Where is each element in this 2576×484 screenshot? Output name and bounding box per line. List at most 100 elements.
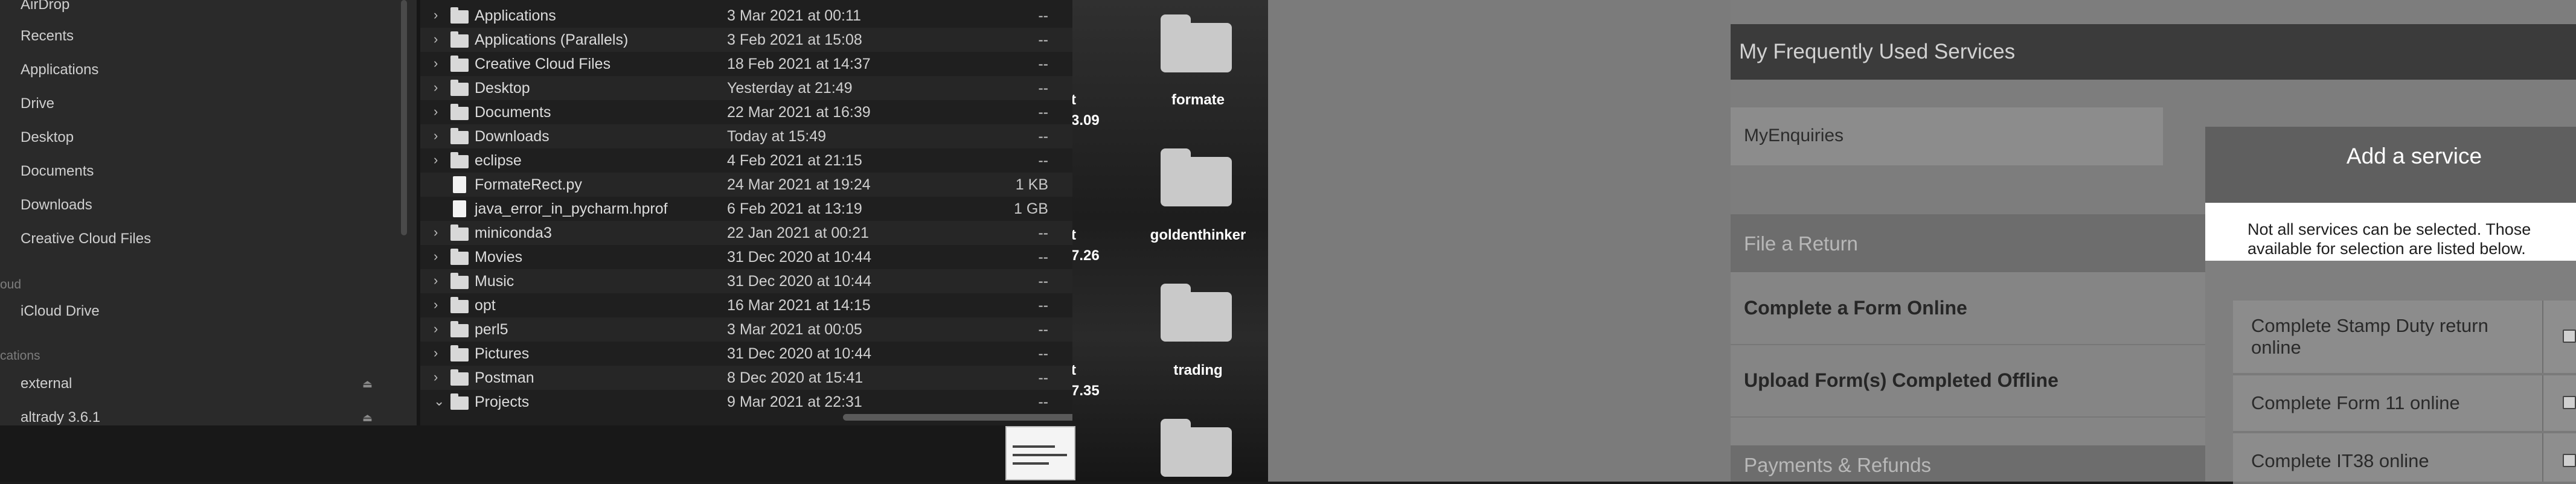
folder-icon	[450, 393, 469, 410]
sidebar-scrollbar[interactable]	[401, 0, 407, 235]
file-size: --	[1038, 104, 1048, 121]
desktop-partial-label: t	[1072, 92, 1076, 108]
desktop-background: formate goldenthinker trading t 3.09 t 7…	[1072, 0, 1268, 482]
disclosure-chevron-icon[interactable]: ›	[434, 152, 438, 168]
disclosure-chevron-icon[interactable]: ›	[434, 249, 438, 264]
file-size: --	[1038, 224, 1048, 241]
sidebar-item-recents[interactable]: Recents	[0, 28, 74, 45]
desktop-folder-label[interactable]: goldenthinker	[1132, 227, 1264, 244]
sidebar-item-label: Downloads	[21, 197, 92, 213]
sidebar-item-icloud-drive[interactable]: iCloud Drive	[0, 303, 100, 320]
sidebar-item-applications[interactable]: Applications	[0, 62, 98, 78]
disclosure-chevron-icon[interactable]: ›	[434, 321, 438, 337]
file-row[interactable]: › Applications 3 Mar 2021 at 00:11 --	[420, 4, 1072, 28]
file-row[interactable]: ⌄ Projects 9 Mar 2021 at 22:31 --	[420, 390, 1072, 414]
sidebar-item-altrady[interactable]: altrady 3.6.1	[0, 409, 100, 425]
file-row[interactable]: › Creative Cloud Files 18 Feb 2021 at 14:3…	[420, 52, 1072, 76]
sidebar-item-creative-cloud[interactable]: Creative Cloud Files	[0, 231, 151, 247]
folder-icon[interactable]	[1161, 284, 1232, 342]
disclosure-chevron-icon[interactable]: ⌄	[434, 393, 444, 409]
file-row[interactable]: › eclipse 4 Feb 2021 at 21:15 --	[420, 148, 1072, 173]
document-icon	[0, 165, 12, 177]
disclosure-chevron-icon[interactable]: ›	[434, 56, 438, 71]
file-name: Projects	[475, 393, 530, 410]
disclosure-chevron-icon[interactable]: ›	[434, 31, 438, 47]
file-row[interactable]: › Pictures 31 Dec 2020 at 10:44 --	[420, 342, 1072, 366]
folder-icon	[450, 31, 469, 48]
file-row[interactable]: › Downloads Today at 15:49 --	[420, 124, 1072, 148]
disclosure-chevron-icon[interactable]: ›	[434, 273, 438, 288]
folder-icon	[450, 104, 469, 120]
finder-sidebar: AirDrop Recents Applications Drive Deskt…	[0, 0, 417, 425]
disclosure-chevron-icon[interactable]: ›	[434, 297, 438, 313]
upload-forms-link[interactable]: Upload Form(s) Completed Offline	[1744, 369, 2059, 392]
file-row[interactable]: › opt 16 Mar 2021 at 14:15 --	[420, 293, 1072, 317]
file-row[interactable]: › Music 31 Dec 2020 at 10:44 --	[420, 269, 1072, 293]
service-option[interactable]: Complete IT38 online	[2233, 433, 2576, 484]
disclosure-chevron-icon[interactable]: ›	[434, 128, 438, 144]
service-option[interactable]: Complete Form 11 online	[2233, 375, 2576, 433]
divider	[1731, 344, 2220, 345]
disclosure-chevron-icon[interactable]: ›	[434, 7, 438, 23]
desktop-partial-label: 3.09	[1072, 112, 1100, 129]
file-name: Desktop	[475, 80, 530, 97]
file-name: Movies	[475, 249, 523, 266]
divider	[1731, 416, 2220, 418]
file-size: --	[1038, 152, 1048, 169]
service-checkbox[interactable]	[2563, 396, 2576, 409]
folder-icon	[450, 297, 469, 313]
myenquiries-tile[interactable]: MyEnquiries	[1731, 107, 2163, 165]
download-icon	[0, 199, 12, 211]
desktop-folder-label[interactable]: formate	[1132, 92, 1264, 109]
file-name: Applications (Parallels)	[475, 31, 629, 48]
file-row[interactable]: › Desktop Yesterday at 21:49 --	[420, 76, 1072, 100]
screenshot-thumbnail[interactable]	[1005, 426, 1075, 480]
finder-window: AirDrop Recents Applications Drive Deskt…	[0, 0, 1072, 425]
complete-form-online-link[interactable]: Complete a Form Online	[1744, 297, 1967, 319]
file-row[interactable]: › Documents 22 Mar 2021 at 16:39 --	[420, 100, 1072, 124]
file-row[interactable]: › Movies 31 Dec 2020 at 10:44 --	[420, 245, 1072, 269]
file-row[interactable]: › perl5 3 Mar 2021 at 00:05 --	[420, 317, 1072, 342]
sidebar-item-airdrop[interactable]: AirDrop	[0, 0, 69, 13]
sidebar-item-downloads[interactable]: Downloads	[0, 197, 92, 214]
disclosure-chevron-icon[interactable]: ›	[434, 104, 438, 119]
file-row[interactable]: › miniconda3 22 Jan 2021 at 00:21 --	[420, 221, 1072, 245]
sidebar-header-locations: cations	[0, 349, 40, 363]
payments-refunds-header[interactable]: Payments & Refunds	[1731, 445, 2220, 482]
file-row[interactable]: java_error_in_pycharm.hprof 6 Feb 2021 at…	[420, 197, 1072, 221]
folder-icon[interactable]	[1161, 419, 1232, 477]
eject-icon[interactable]: ⏏	[362, 378, 373, 390]
folder-icon	[450, 80, 469, 96]
sidebar-item-external[interactable]: external	[0, 375, 72, 392]
file-date-modified: 31 Dec 2020 at 10:44	[727, 273, 872, 290]
file-name: Music	[475, 273, 514, 290]
disclosure-chevron-icon[interactable]: ›	[434, 80, 438, 95]
payments-refunds-title: Payments & Refunds	[1744, 454, 1931, 476]
folder-icon	[450, 152, 469, 168]
file-return-header: File a Return	[1731, 214, 2220, 272]
sidebar-item-drive[interactable]: Drive	[0, 95, 54, 112]
file-date-modified: 6 Feb 2021 at 13:19	[727, 200, 862, 217]
sidebar-item-documents[interactable]: Documents	[0, 163, 94, 180]
disclosure-chevron-icon[interactable]: ›	[434, 224, 438, 240]
service-checkbox[interactable]	[2563, 330, 2576, 343]
service-option[interactable]: Complete Stamp Duty return online	[2233, 301, 2576, 375]
file-row[interactable]: FormateRect.py 24 Mar 2021 at 19:24 1 KB	[420, 173, 1072, 197]
file-row[interactable]: › Applications (Parallels) 3 Feb 2021 at 1…	[420, 28, 1072, 52]
file-list-horizontal-scrollbar[interactable]	[843, 414, 1072, 421]
file-row[interactable]: › Postman 8 Dec 2020 at 15:41 --	[420, 366, 1072, 390]
file-date-modified: 8 Dec 2020 at 15:41	[727, 369, 863, 386]
disclosure-chevron-icon[interactable]: ›	[434, 345, 438, 361]
file-date-modified: 9 Mar 2021 at 22:31	[727, 393, 862, 410]
folder-icon[interactable]	[1161, 14, 1232, 72]
service-checkbox[interactable]	[2563, 454, 2576, 467]
eject-icon[interactable]: ⏏	[362, 412, 373, 424]
sidebar-item-label: Creative Cloud Files	[21, 231, 152, 247]
folder-icon[interactable]	[1161, 148, 1232, 206]
desktop-folder-label[interactable]: trading	[1132, 362, 1264, 379]
file-name: perl5	[475, 321, 508, 338]
disclosure-chevron-icon[interactable]: ›	[434, 369, 438, 385]
file-name: java_error_in_pycharm.hprof	[475, 200, 668, 217]
sidebar-item-desktop[interactable]: Desktop	[0, 129, 74, 146]
folder-icon	[450, 273, 469, 289]
